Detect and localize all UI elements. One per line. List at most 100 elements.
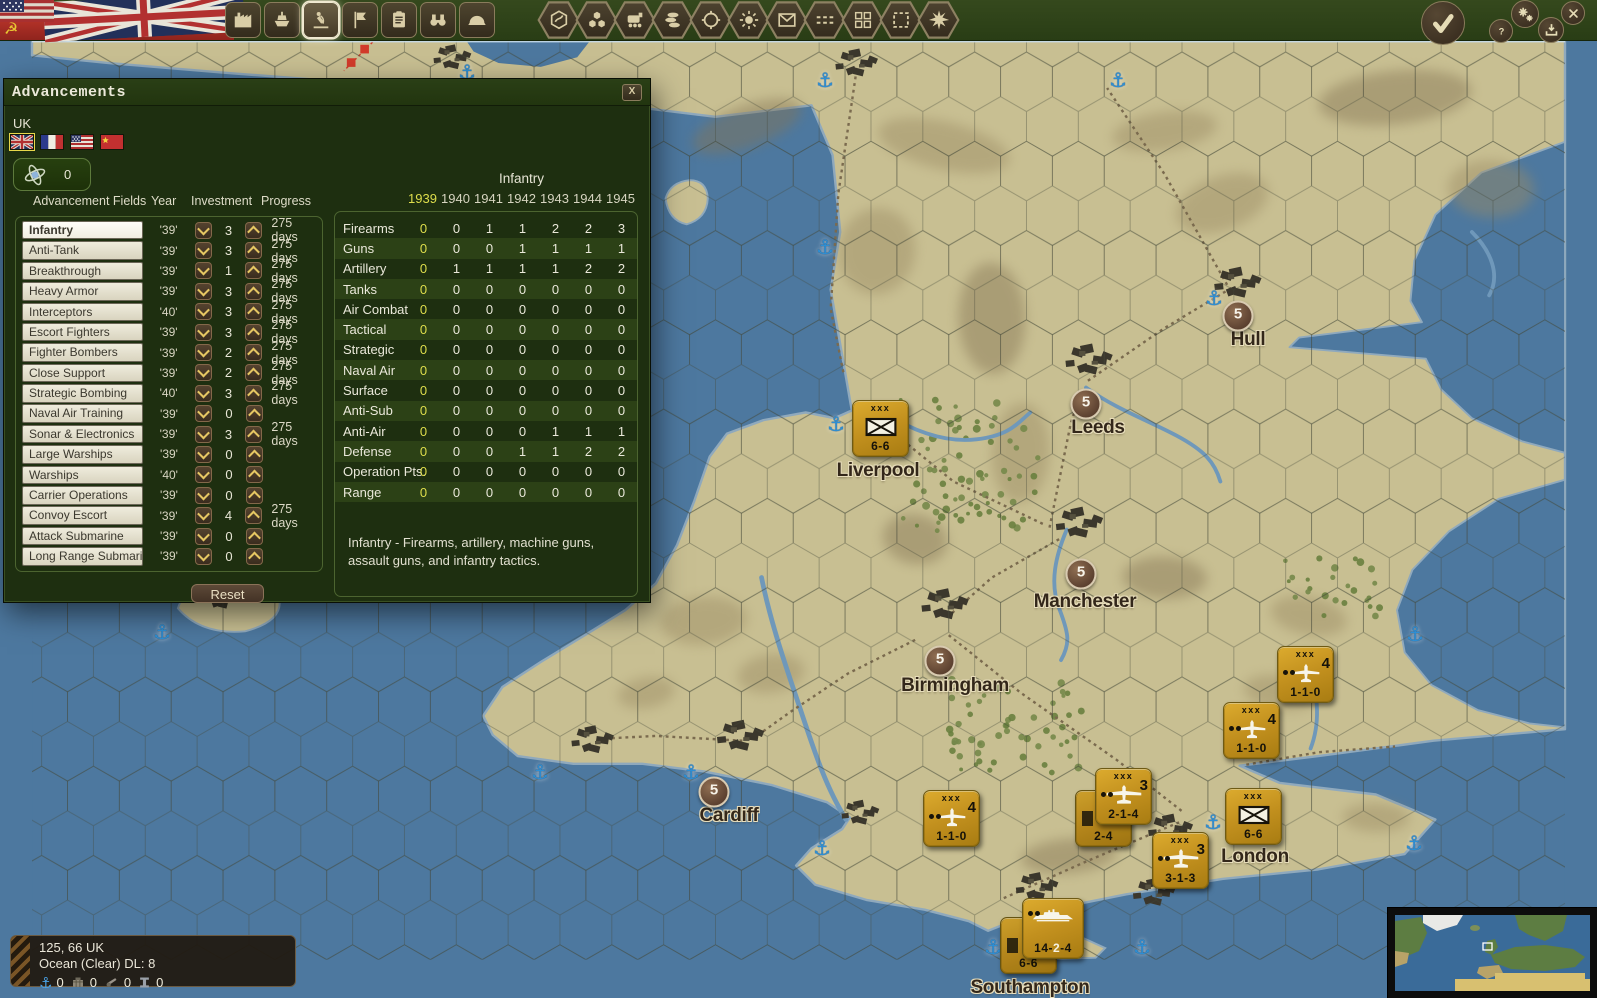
decrease-investment-button[interactable] (195, 548, 212, 565)
tool-units-button[interactable] (459, 2, 495, 38)
chevron-up-icon (248, 348, 261, 361)
decrease-investment-button[interactable] (195, 405, 212, 422)
increase-investment-button[interactable] (245, 364, 262, 381)
decrease-investment-button[interactable] (195, 324, 212, 341)
stats-row: Defense0001122 (335, 441, 637, 461)
mapmode-frontlines-button[interactable] (803, 0, 846, 40)
field-investment: 4 (214, 508, 244, 523)
decrease-investment-button[interactable] (195, 303, 212, 320)
field-button[interactable]: Fighter Bombers (22, 343, 143, 362)
liverpool-infantry-counter[interactable]: xxx6-6 (852, 400, 909, 457)
mapmode-convoys-button[interactable] (651, 0, 694, 40)
field-button[interactable]: Large Warships (22, 445, 143, 464)
mapmode-grid-button[interactable] (841, 0, 884, 40)
mapmode-resources-button[interactable] (575, 0, 618, 40)
increase-investment-button[interactable] (245, 426, 262, 443)
increase-investment-button[interactable] (246, 487, 263, 504)
mapmode-terrain-button[interactable] (537, 0, 580, 40)
increase-investment-button[interactable] (245, 303, 262, 320)
coast-fighter-counter[interactable]: xxx41-1-0 (1277, 646, 1334, 703)
tool-diplomacy-button[interactable] (342, 2, 378, 38)
field-button[interactable]: Anti-Tank (22, 241, 143, 260)
increase-investment-button[interactable] (246, 528, 263, 545)
field-button[interactable]: Breakthrough (22, 262, 143, 281)
london-fighter-counter[interactable]: xxx41-1-0 (1223, 702, 1280, 759)
increase-investment-button[interactable] (246, 446, 263, 463)
decrease-investment-button[interactable] (195, 242, 212, 259)
decrease-investment-button[interactable] (195, 222, 212, 239)
field-button[interactable]: Interceptors (22, 303, 143, 322)
bomber-group-2-counter[interactable]: xxx33-1-3 (1152, 832, 1209, 889)
decrease-investment-button[interactable] (195, 385, 212, 402)
decrease-investment-button[interactable] (195, 283, 212, 300)
tool-reports-button[interactable] (381, 2, 417, 38)
increase-investment-button[interactable] (245, 344, 262, 361)
stat-value: 0 (407, 424, 440, 439)
decrease-investment-button[interactable] (195, 262, 212, 279)
stat-value: 0 (473, 464, 506, 479)
increase-investment-button[interactable] (245, 242, 262, 259)
chevron-up-icon (248, 246, 261, 259)
flag-tab-uk[interactable] (10, 134, 34, 150)
mapmode-selection-button[interactable] (879, 0, 922, 40)
decrease-investment-button[interactable] (195, 426, 212, 443)
field-button[interactable]: Strategic Bombing (22, 384, 143, 403)
dialog-titlebar[interactable]: Advancements X (4, 79, 650, 106)
increase-investment-button[interactable] (245, 385, 262, 402)
confirm-button[interactable] (1421, 1, 1465, 45)
mapmode-rail-button[interactable] (613, 0, 656, 40)
tool-production-button[interactable] (225, 2, 261, 38)
increase-investment-button[interactable] (245, 222, 262, 239)
mapmode-strategic-button[interactable] (689, 0, 732, 40)
decrease-investment-button[interactable] (195, 364, 212, 381)
field-button[interactable]: Attack Submarine (22, 527, 143, 546)
increase-investment-button[interactable] (245, 262, 262, 279)
flag-tab-usa[interactable] (70, 134, 94, 150)
london-infantry-counter[interactable]: xxx6-6 (1225, 788, 1282, 845)
field-button[interactable]: Warships (22, 466, 143, 485)
flag-tab-china[interactable] (100, 134, 124, 150)
fighter-west-counter[interactable]: xxx41-1-0 (923, 790, 980, 847)
decrease-investment-button[interactable] (195, 344, 212, 361)
increase-investment-button[interactable] (245, 507, 262, 524)
decrease-investment-button[interactable] (195, 528, 212, 545)
field-button[interactable]: Heavy Armor (22, 282, 143, 301)
research-points-button[interactable]: 0 (13, 158, 91, 191)
increase-investment-button[interactable] (245, 324, 262, 341)
increase-investment-button[interactable] (246, 405, 263, 422)
mapmode-weather-button[interactable] (727, 0, 770, 40)
field-button[interactable]: Infantry (22, 221, 143, 240)
decrease-investment-button[interactable] (195, 446, 212, 463)
dialog-close-button[interactable]: X (622, 84, 642, 101)
decrease-investment-button[interactable] (195, 466, 212, 483)
save-button[interactable] (1538, 17, 1564, 43)
close-button[interactable] (1561, 1, 1585, 25)
mapmode-combat-button[interactable] (917, 0, 960, 40)
mapmode-messages-button[interactable] (765, 0, 808, 40)
increase-investment-button[interactable] (246, 548, 263, 565)
field-button[interactable]: Naval Air Training (22, 404, 143, 423)
unit-strength: 1-1-0 (1236, 742, 1267, 754)
southampton-naval-counter[interactable]: 14-2-4 (1022, 898, 1084, 959)
decrease-investment-button[interactable] (195, 507, 212, 524)
increase-investment-button[interactable] (246, 466, 263, 483)
field-button[interactable]: Escort Fighters (22, 323, 143, 342)
help-button[interactable]: ? (1489, 19, 1513, 43)
minimap[interactable] (1388, 908, 1597, 998)
reset-button[interactable]: Reset (191, 584, 264, 603)
field-button[interactable]: Close Support (22, 364, 143, 383)
field-button[interactable]: Convoy Escort (22, 506, 143, 525)
field-button[interactable]: Long Range Submarine (22, 547, 143, 566)
bomber-group-1-counter[interactable]: xxx32-1-4 (1095, 768, 1152, 825)
field-investment: 2 (214, 345, 244, 360)
resource-value: 0 (90, 975, 97, 990)
settings-button[interactable] (1511, 0, 1539, 28)
flag-tab-france[interactable] (40, 134, 64, 150)
increase-investment-button[interactable] (245, 283, 262, 300)
tool-intel-button[interactable] (420, 2, 456, 38)
field-button[interactable]: Carrier Operations (22, 486, 143, 505)
decrease-investment-button[interactable] (195, 487, 212, 504)
tool-research-button[interactable] (303, 2, 339, 38)
tool-naval-button[interactable] (264, 2, 300, 38)
field-button[interactable]: Sonar & Electronics (22, 425, 143, 444)
